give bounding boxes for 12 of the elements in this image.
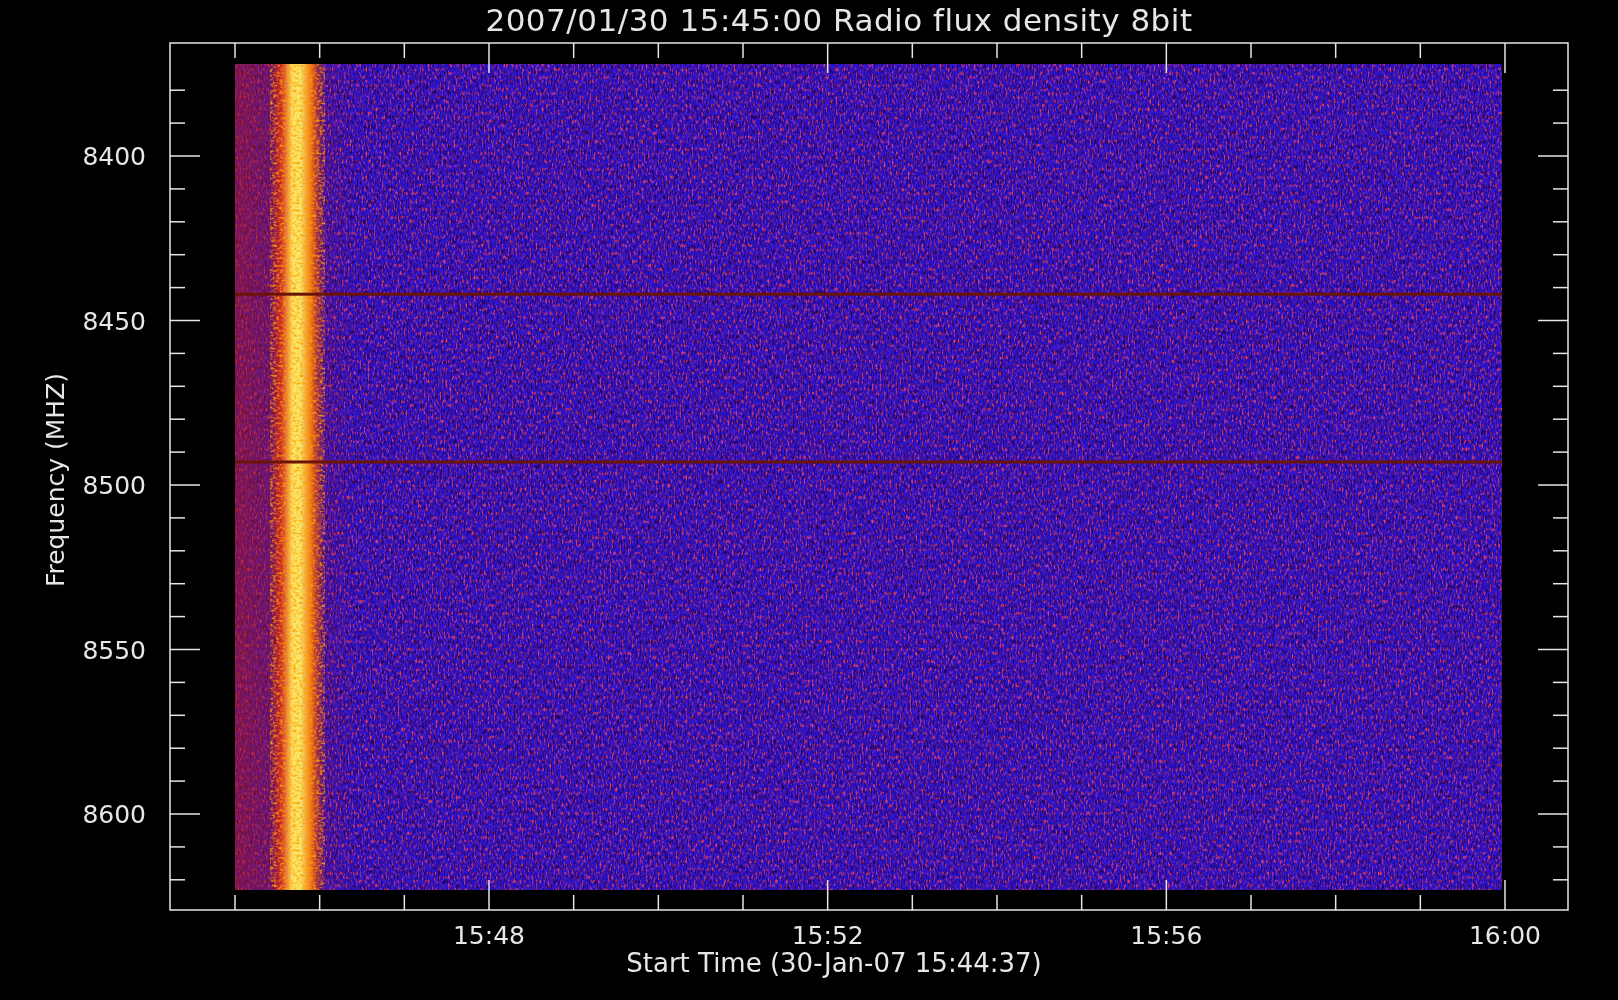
tick-label: 8400 bbox=[82, 142, 146, 171]
tick-label: 16:00 bbox=[1469, 921, 1541, 950]
tick-label: 8550 bbox=[82, 635, 146, 665]
tick-label: 8500 bbox=[82, 471, 146, 500]
tick-label: 8600 bbox=[82, 800, 146, 829]
tick-label: 15:56 bbox=[1130, 921, 1203, 950]
tick-label: 15:48 bbox=[453, 921, 525, 950]
axis-label: Start Time (30-Jan-07 15:44:37) bbox=[625, 948, 1042, 978]
chart-title: 2007/01/30 15:45:00 Radio flux density 8bit bbox=[484, 2, 1193, 38]
tick-label: 8450 bbox=[82, 306, 146, 336]
axis-label: Frequency (MHZ) bbox=[41, 372, 70, 588]
tick-label: 15:52 bbox=[791, 921, 864, 950]
